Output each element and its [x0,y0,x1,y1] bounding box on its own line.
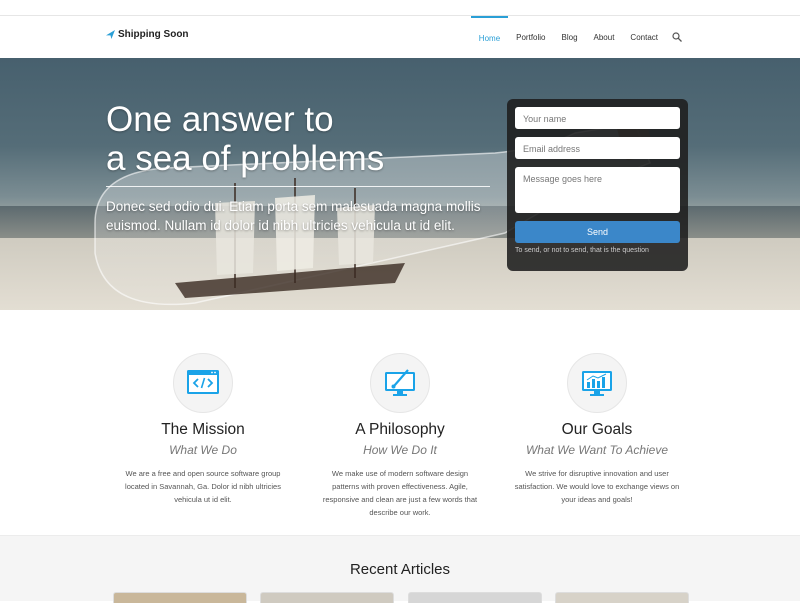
feature-philosophy: A Philosophy How We Do It We make use of… [300,353,500,519]
article-thumbnail[interactable] [260,592,394,603]
feature-mission: The Mission What We Do We are a free and… [103,353,303,506]
hero-title-line-2: a sea of problems [106,139,385,178]
nav-item-portfolio[interactable]: Portfolio [508,16,553,58]
navbar: Shipping Soon Home Portfolio Blog About … [0,16,800,59]
hero-title-line-1: One answer to [106,100,334,139]
main-menu: Home Portfolio Blog About Contact [470,16,682,58]
feature-text: We make use of modern software design pa… [322,469,478,517]
recent-articles-title: Recent Articles [349,561,451,578]
feature-title: A Philosophy [355,421,445,438]
contact-form: Your name Email address Message goes her… [507,99,688,271]
hero-divider [106,186,490,187]
features-section: The Mission What We Do We are a free and… [0,310,800,535]
feature-icon-circle [173,353,233,413]
article-thumbnail[interactable] [113,592,247,603]
hero-subtitle: Donec sed odio dui. Etiam porta sem male… [106,199,481,233]
monitor-brush-icon [385,369,415,396]
hero-title: One answer to a sea of problems [106,100,384,178]
feature-text: We are a free and open source software g… [125,469,281,504]
feature-subtitle: How We Do It [363,443,437,457]
brand-name: Shipping Soon [118,29,189,40]
send-button[interactable]: Send [515,221,680,243]
article-thumbnail[interactable] [408,592,542,603]
code-window-icon [187,370,219,394]
brand-logo[interactable]: Shipping Soon [106,29,189,40]
feature-icon-circle [370,353,430,413]
message-textarea[interactable]: Message goes here [515,167,680,213]
feature-goals: Our Goals What We Want To Achieve We str… [497,353,697,506]
recent-articles-section: Recent Articles [0,535,800,603]
form-note: To send, or not to send, that is the que… [515,247,649,254]
email-input[interactable]: Email address [515,137,680,159]
article-thumbnail[interactable] [555,592,689,603]
nav-item-home[interactable]: Home [470,16,509,58]
feature-title: Our Goals [561,421,633,438]
feature-text: We strive for disruptive innovation and … [514,469,680,504]
paper-plane-icon [106,30,115,39]
bar-chart-monitor-icon [582,371,612,396]
nav-item-blog[interactable]: Blog [554,16,586,58]
nav-item-about[interactable]: About [586,16,623,58]
search-icon[interactable] [672,32,682,42]
feature-title: The Mission [161,421,245,438]
name-input[interactable]: Your name [515,107,680,129]
feature-subtitle: What We Do [169,443,237,457]
feature-subtitle: What We Want To Achieve [525,443,669,457]
top-strip [0,0,800,16]
nav-item-contact[interactable]: Contact [622,16,666,58]
feature-icon-circle [567,353,627,413]
